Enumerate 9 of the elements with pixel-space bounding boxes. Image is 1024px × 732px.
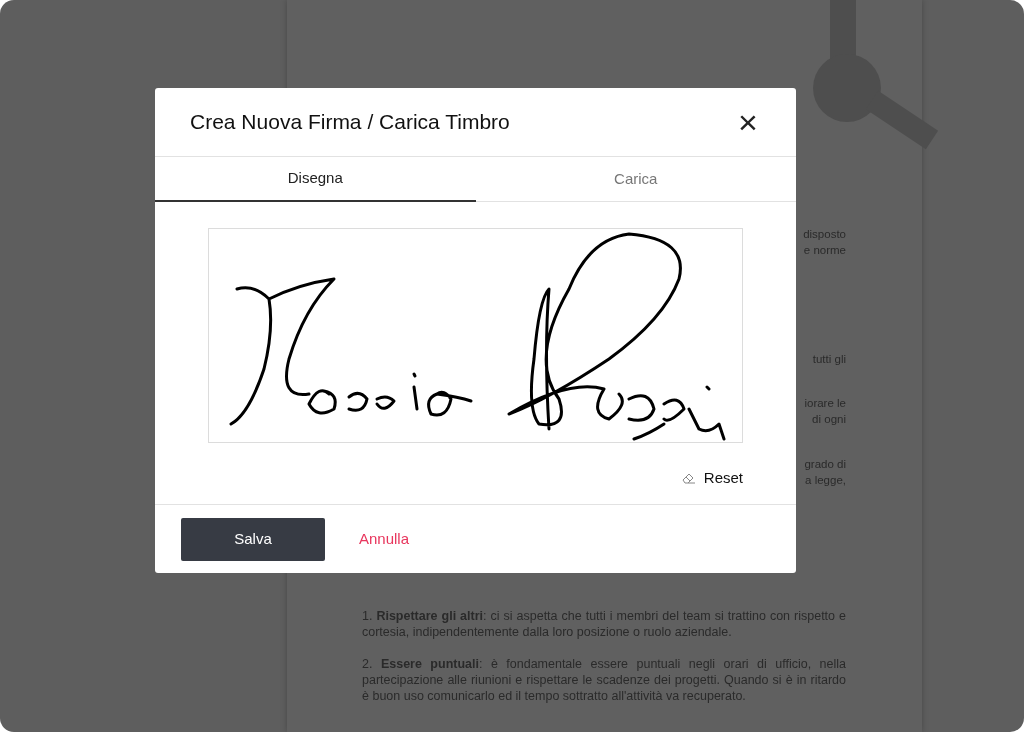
signature-canvas[interactable]: [208, 228, 743, 443]
cancel-button[interactable]: Annulla: [359, 527, 410, 551]
tab[interactable]: Carica: [475, 157, 796, 201]
dialog-title: Crea Nuova Firma / Carica Timbro: [190, 109, 510, 136]
tab[interactable]: Disegna: [155, 157, 476, 202]
reset-button[interactable]: Reset: [681, 467, 743, 490]
save-button[interactable]: Salva: [181, 517, 325, 561]
eraser-icon: [681, 472, 696, 485]
close-button[interactable]: ×: [735, 105, 761, 139]
